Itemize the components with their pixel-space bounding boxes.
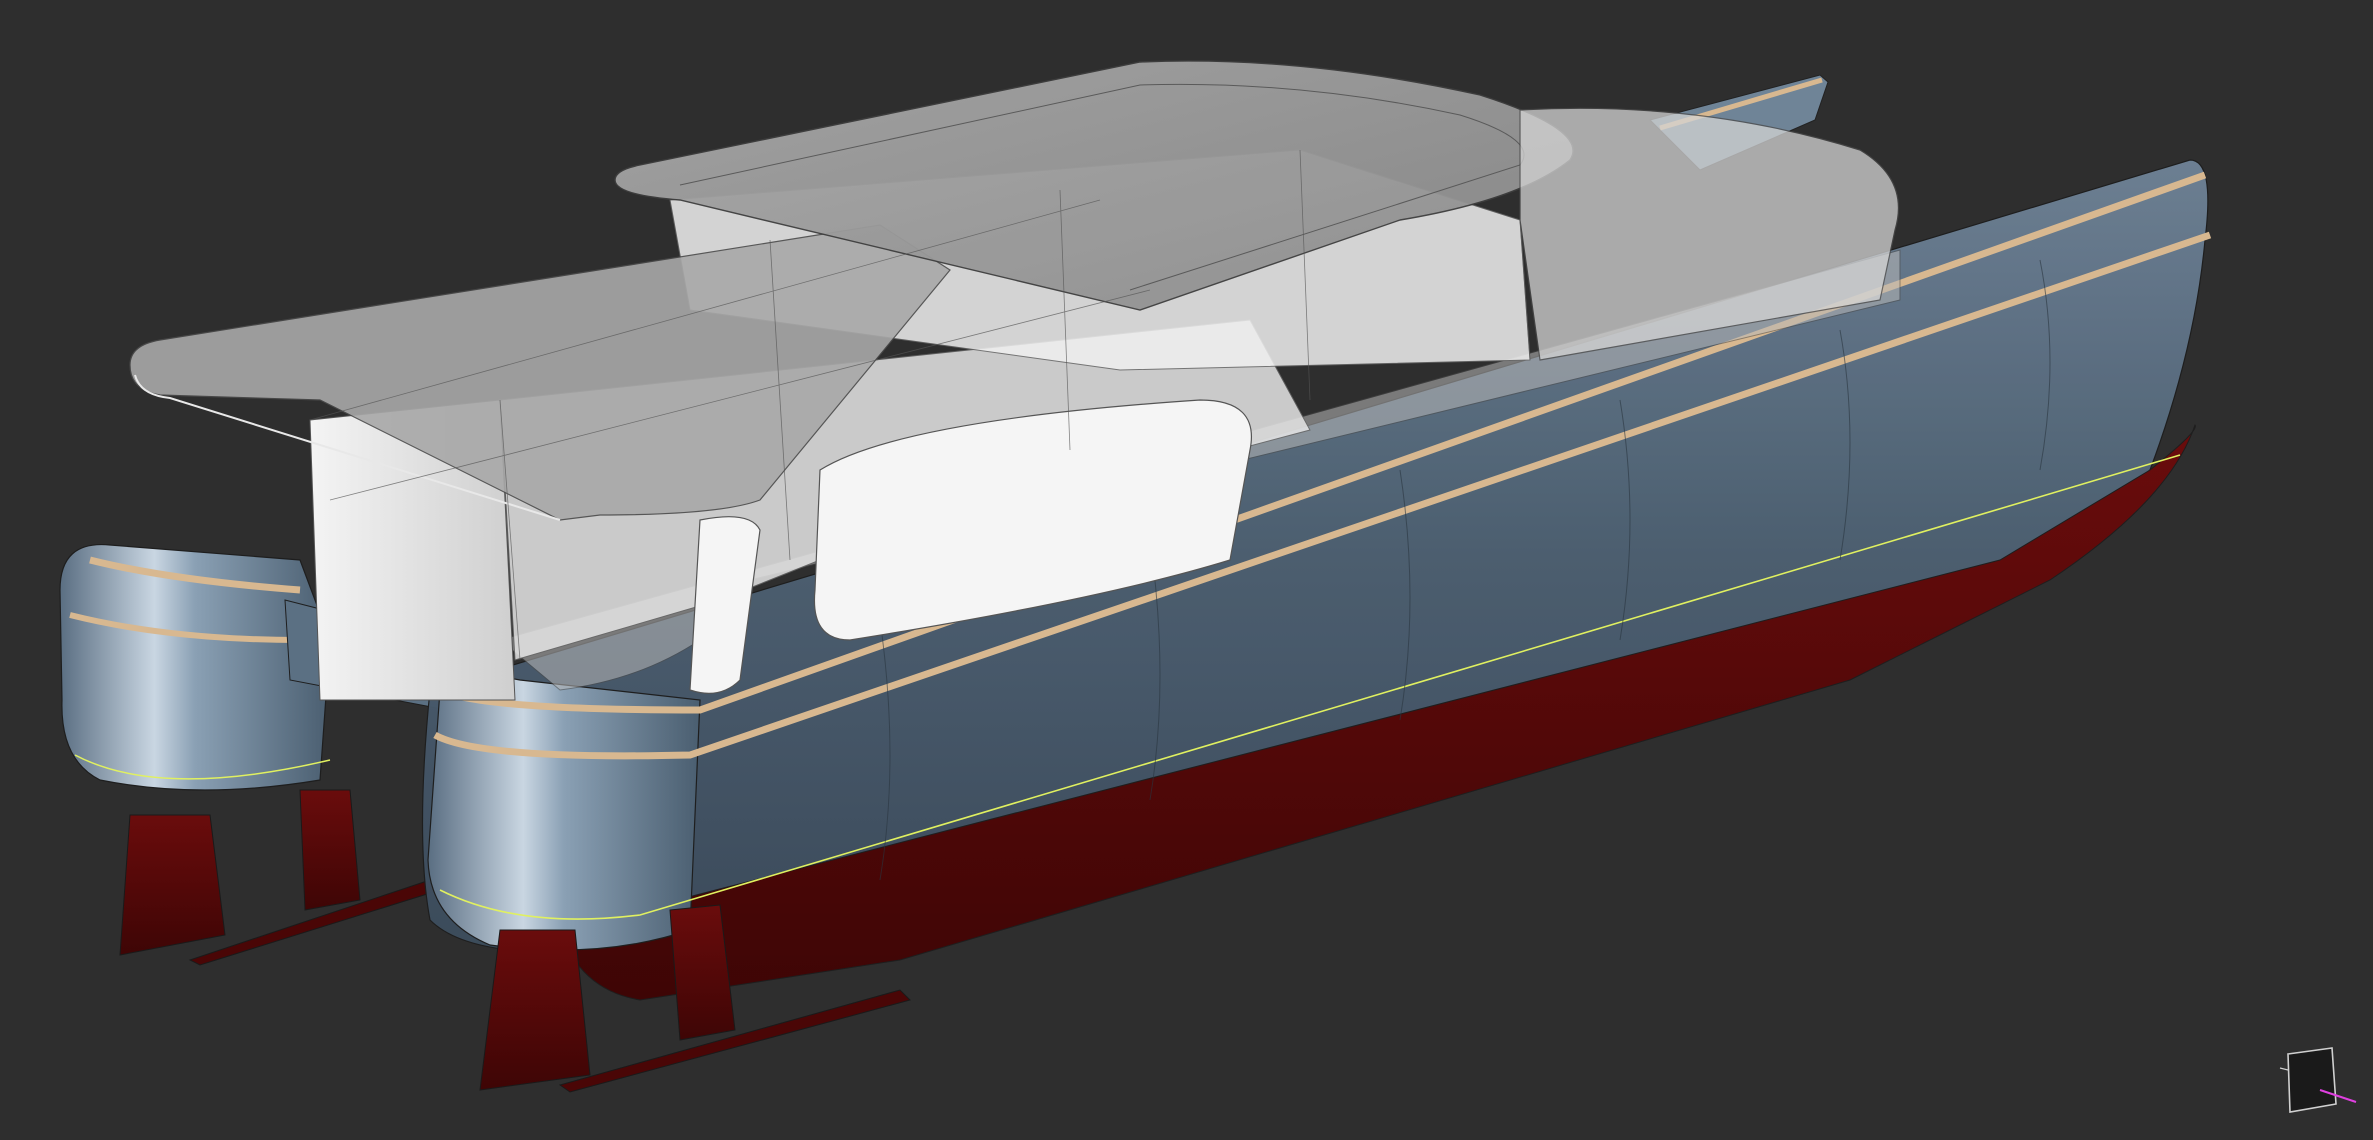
catamaran-model[interactable] [0, 0, 2373, 1140]
view-cube[interactable] [2270, 1040, 2360, 1120]
port-skeg [119, 814, 226, 956]
3d-viewport[interactable] [0, 0, 2373, 1140]
orientation-cube-icon[interactable] [2270, 1040, 2360, 1120]
starboard-skeg [479, 929, 591, 1091]
port-rudder [299, 789, 361, 911]
starboard-keel [558, 989, 911, 1093]
